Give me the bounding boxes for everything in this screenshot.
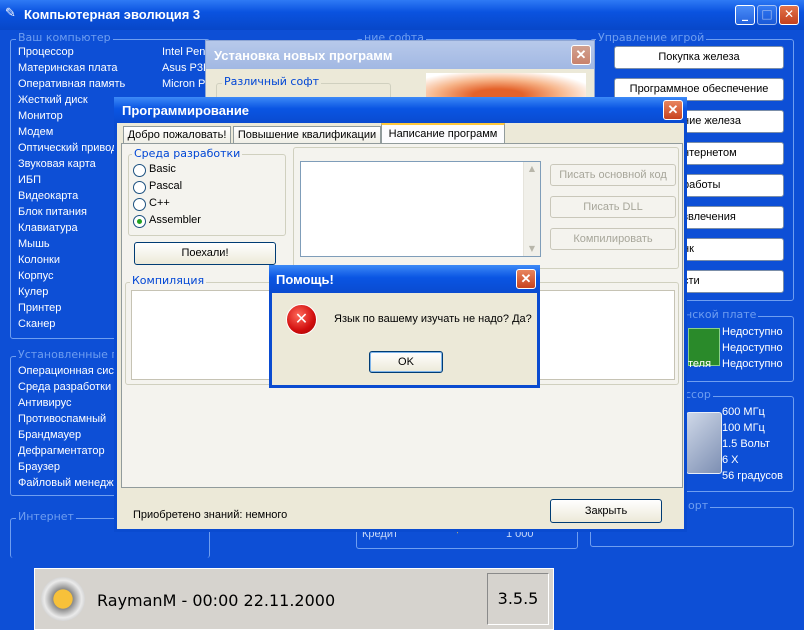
processor-specs: 600 МГц 100 МГц 1.5 Вольт 6 X 56 градусо… <box>722 404 783 484</box>
info-label: RaymanM - 00:00 22.11.2000 <box>97 591 336 610</box>
close-button[interactable]: Закрыть <box>550 499 662 523</box>
info-panel: RaymanM - 00:00 22.11.2000 3.5.5 <box>34 568 554 630</box>
programming-titlebar: Программирование ✕ <box>114 97 687 123</box>
tab-writing-programs[interactable]: Написание программ <box>381 123 505 144</box>
close-icon[interactable]: ✕ <box>779 5 799 25</box>
help-titlebar: Помощь! ✕ <box>269 265 540 293</box>
close-icon[interactable]: ✕ <box>571 45 591 65</box>
bottom-right-legend: орт <box>686 499 711 512</box>
error-icon: ✕ <box>286 304 317 335</box>
spec-value: 6 X <box>722 454 739 466</box>
computer-item[interactable]: Оптический привод <box>18 140 125 156</box>
computer-item[interactable]: Жесткий диск <box>18 92 125 108</box>
buy-hardware-button[interactable]: Покупка железа <box>614 46 784 69</box>
tab-welcome[interactable]: Добро пожаловать! <box>123 126 231 143</box>
radio-assembler-label: Assembler <box>149 214 201 226</box>
computer-item[interactable]: Оперативная память <box>18 76 125 92</box>
status-text: Недоступно <box>722 326 783 338</box>
computer-item[interactable]: Принтер <box>18 300 125 316</box>
motherboard-partial-label: теля <box>688 358 712 370</box>
computer-item[interactable]: Процессор <box>18 44 125 60</box>
computer-item[interactable]: Клавиатура <box>18 220 125 236</box>
status-text: Недоступно <box>722 358 783 370</box>
processor-group-legend: ссор <box>683 388 713 401</box>
motherboard-statuses: Недоступно Недоступно Недоступно <box>722 324 783 372</box>
radio-basic[interactable] <box>133 164 146 177</box>
spec-value: 56 градусов <box>722 470 783 482</box>
computer-item[interactable]: Колонки <box>18 252 125 268</box>
close-icon[interactable]: ✕ <box>663 100 683 120</box>
radio-basic-label: Basic <box>149 163 176 175</box>
radio-cpp-label: C++ <box>149 197 170 209</box>
computer-item[interactable]: ИБП <box>18 172 125 188</box>
cpu-icon <box>686 412 722 474</box>
computer-item[interactable]: Видеокарта <box>18 188 125 204</box>
code-scrollbar[interactable]: ▲ ▼ <box>523 162 540 256</box>
install-titlebar: Установка новых программ ✕ <box>206 41 594 69</box>
env-legend: Среда разработки <box>132 147 243 160</box>
app-icon: ✎ <box>5 6 16 21</box>
scroll-up-icon[interactable]: ▲ <box>524 162 540 176</box>
code-textarea[interactable]: ▲ ▼ <box>300 161 541 257</box>
radio-pascal[interactable] <box>133 181 146 194</box>
computer-group-legend: Ваш компьютер <box>16 31 113 44</box>
write-dll-button[interactable]: Писать DLL <box>550 196 676 218</box>
computer-item[interactable]: Звуковая карта <box>18 156 125 172</box>
help-message: Язык по вашему изучать не надо? Да? <box>334 313 532 325</box>
computer-item[interactable]: Модем <box>18 124 125 140</box>
radio-pascal-label: Pascal <box>149 180 183 192</box>
ok-button[interactable]: OK <box>369 351 443 373</box>
computer-item[interactable]: Мышь <box>18 236 125 252</box>
install-window: Установка новых программ ✕ Различный соф… <box>205 40 595 113</box>
motherboard-group-legend: нской плате <box>683 308 759 321</box>
close-icon[interactable]: ✕ <box>516 269 536 289</box>
kde-gear-icon <box>41 577 85 621</box>
version-label: 3.5.5 <box>487 573 549 625</box>
compile-legend: Компиляция <box>130 274 207 287</box>
radio-cpp[interactable] <box>133 198 146 211</box>
maximize-icon[interactable]: □ <box>757 5 777 25</box>
computer-list: Процессор Материнская плата Оперативная … <box>18 44 125 332</box>
go-button[interactable]: Поехали! <box>134 242 276 265</box>
spec-value: 600 МГц <box>722 406 765 418</box>
main-titlebar: ✎ Компьютерная эволюция 3 _ □ ✕ <box>0 0 804 30</box>
status-text: Недоступно <box>722 342 783 354</box>
install-soft-legend: Различный софт <box>222 75 322 88</box>
help-title: Помощь! <box>276 272 334 287</box>
computer-item[interactable]: Блок питания <box>18 204 125 220</box>
computer-item[interactable]: Кулер <box>18 284 125 300</box>
status-text: Приобретено знаний: немного <box>133 509 288 521</box>
computer-item[interactable]: Монитор <box>18 108 125 124</box>
minimize-icon[interactable]: _ <box>735 5 755 25</box>
right-group-legend: Управление игрой <box>596 31 707 44</box>
install-title: Установка новых программ <box>214 48 393 63</box>
tab-qualification[interactable]: Повышение квалификации <box>233 126 381 143</box>
computer-item[interactable]: Корпус <box>18 268 125 284</box>
spec-value: 1.5 Вольт <box>722 438 770 450</box>
radio-assembler[interactable] <box>133 215 146 228</box>
scroll-down-icon[interactable]: ▼ <box>524 242 540 256</box>
help-dialog: Помощь! ✕ ✕ Язык по вашему изучать не на… <box>269 265 540 388</box>
programming-title: Программирование <box>122 103 250 118</box>
computer-item[interactable]: Сканер <box>18 316 125 332</box>
internet-group-legend: Интернет <box>16 510 76 523</box>
compile-button[interactable]: Компилировать <box>550 228 676 250</box>
computer-item[interactable]: Материнская плата <box>18 60 125 76</box>
spec-value: 100 МГц <box>722 422 765 434</box>
write-main-code-button[interactable]: Писать основной код <box>550 164 676 186</box>
main-title-text: Компьютерная эволюция 3 <box>24 7 201 22</box>
